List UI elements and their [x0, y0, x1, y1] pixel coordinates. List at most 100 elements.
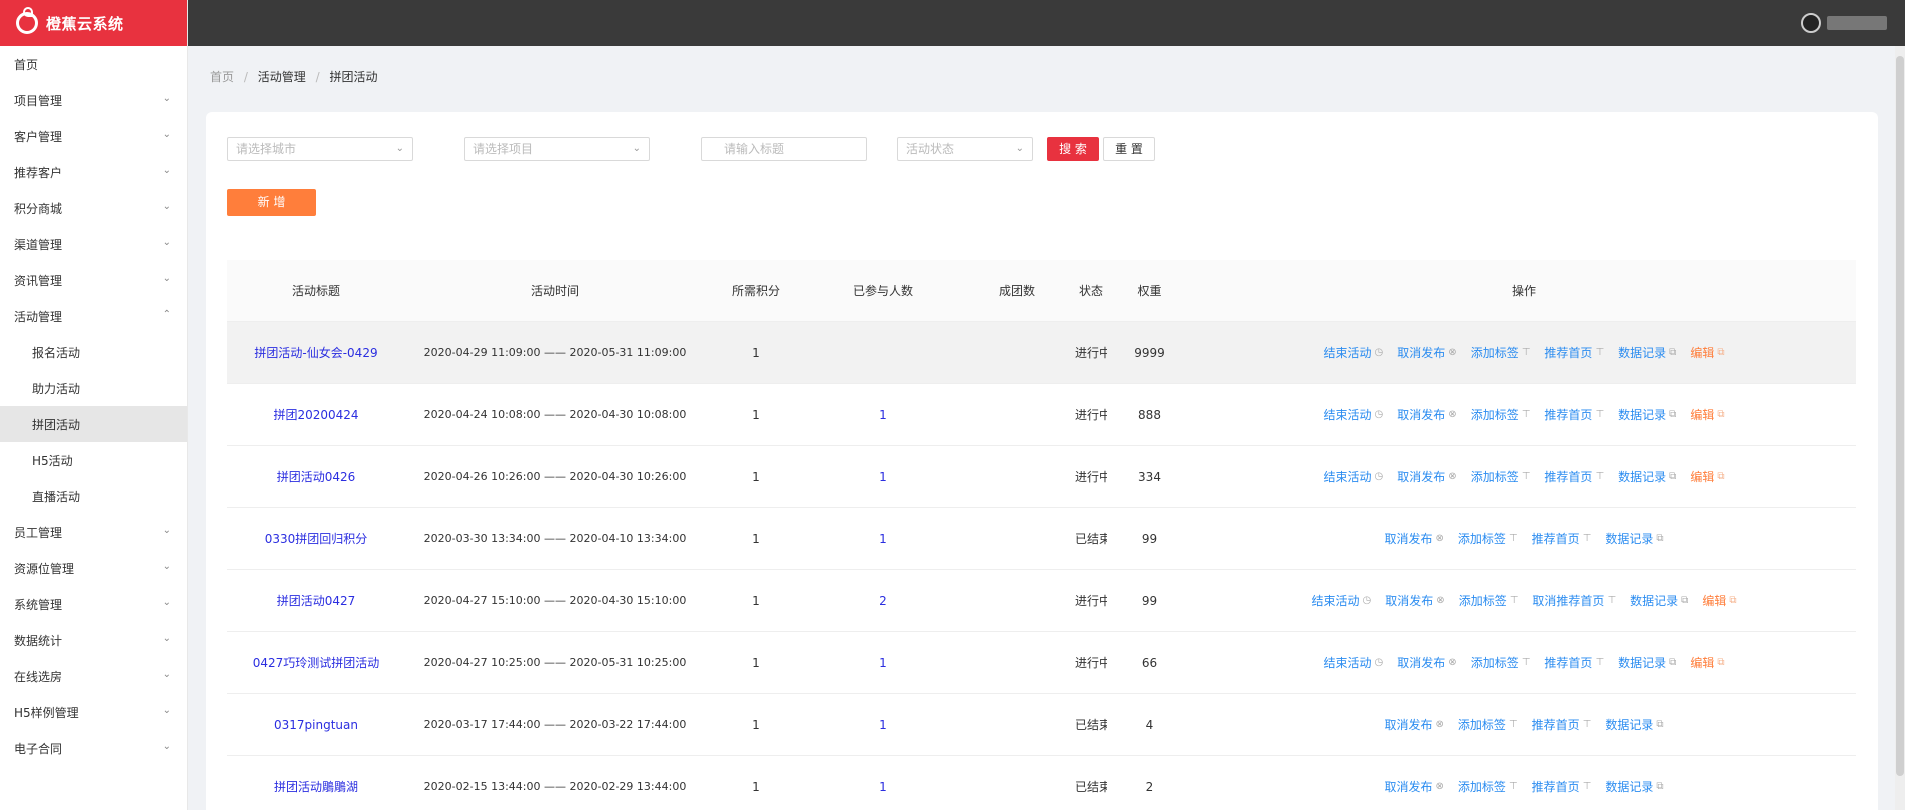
operation-label: 推荐首页 [1544, 408, 1593, 422]
operation-link[interactable]: 编辑 ⧉ [1690, 468, 1724, 485]
operation-link[interactable]: 数据记录 ⧉ [1618, 468, 1676, 485]
operation-link[interactable]: 数据记录 ⧉ [1618, 406, 1676, 423]
status-select[interactable]: 活动状态 ⌄ [897, 137, 1033, 161]
sidebar-subitem[interactable]: 助力活动 [0, 370, 187, 406]
activity-title-link[interactable]: 拼团活动0426 [227, 468, 405, 485]
operation-link[interactable]: 添加标签 ⊤ [1458, 530, 1518, 547]
operation-link[interactable]: 推荐首页 ⊤ [1532, 530, 1592, 547]
operation-link[interactable]: 数据记录 ⧉ [1605, 778, 1663, 795]
activity-title-link[interactable]: 0427巧玲测试拼团活动 [227, 654, 405, 671]
operation-link[interactable]: 取消发布 ⊗ [1384, 716, 1443, 733]
search-button[interactable]: 搜 索 [1047, 137, 1099, 161]
operation-link[interactable]: 编辑 ⧉ [1702, 592, 1736, 609]
operation-link[interactable]: 添加标签 ⊤ [1458, 778, 1518, 795]
username-redacted[interactable] [1827, 16, 1887, 30]
operation-link[interactable]: 推荐首页 ⊤ [1544, 344, 1604, 361]
sidebar-item[interactable]: 系统管理 ⌄ [0, 586, 187, 622]
scrollbar-thumb[interactable] [1896, 56, 1904, 776]
operation-label: 数据记录 [1618, 408, 1667, 422]
operation-link[interactable]: 数据记录 ⧉ [1618, 344, 1676, 361]
breadcrumb-section[interactable]: 活动管理 [258, 70, 306, 84]
city-select[interactable]: 请选择城市 ⌄ [227, 137, 413, 161]
operation-link[interactable]: 结束活动 ◷ [1324, 468, 1384, 485]
operation-link[interactable]: 数据记录 ⧉ [1605, 716, 1663, 733]
operation-link[interactable]: 取消发布 ⊗ [1385, 592, 1444, 609]
sidebar-item[interactable]: 渠道管理 ⌄ [0, 226, 187, 262]
joined-count[interactable]: 1 [807, 656, 959, 670]
operation-link[interactable]: 添加标签 ⊤ [1458, 716, 1518, 733]
joined-count[interactable]: 1 [807, 470, 959, 484]
sidebar-item[interactable]: 推荐客户 ⌄ [0, 154, 187, 190]
chevron-down-icon: ⌄ [162, 237, 171, 248]
operation-link[interactable]: 添加标签 ⊤ [1471, 344, 1531, 361]
activity-title-link[interactable]: 拼团活动0427 [227, 592, 405, 609]
sidebar-item[interactable]: 项目管理 ⌄ [0, 82, 187, 118]
operation-link[interactable]: 取消发布 ⊗ [1397, 344, 1456, 361]
sidebar-item[interactable]: 资源位管理 ⌄ [0, 550, 187, 586]
operation-link[interactable]: 推荐首页 ⊤ [1544, 654, 1604, 671]
status-text: 已结束 [1075, 718, 1107, 732]
operation-link[interactable]: 取消发布 ⊗ [1397, 406, 1456, 423]
sidebar-subitem[interactable]: 报名活动 [0, 334, 187, 370]
operation-link[interactable]: 结束活动 ◷ [1324, 654, 1384, 671]
joined-count[interactable]: 1 [807, 532, 959, 546]
sidebar-item[interactable]: 电子合同 ⌄ [0, 730, 187, 766]
sidebar-subitem[interactable]: H5活动 [0, 442, 187, 478]
sidebar-item[interactable]: 活动管理 ⌃ [0, 298, 187, 334]
sidebar-item[interactable]: H5样例管理 ⌄ [0, 694, 187, 730]
operation-link[interactable]: 添加标签 ⊤ [1471, 654, 1531, 671]
breadcrumb-home[interactable]: 首页 [210, 70, 234, 84]
brand-header[interactable]: 橙蕉云系统 [0, 0, 187, 46]
sidebar-item[interactable]: 资讯管理 ⌄ [0, 262, 187, 298]
sidebar-item[interactable]: 数据统计 ⌄ [0, 622, 187, 658]
sidebar-item[interactable]: 员工管理 ⌄ [0, 514, 187, 550]
operation-link[interactable]: 取消发布 ⊗ [1384, 530, 1443, 547]
operation-link[interactable]: 编辑 ⧉ [1690, 406, 1724, 423]
operation-link[interactable]: 编辑 ⧉ [1690, 654, 1724, 671]
joined-count[interactable]: 1 [807, 780, 959, 794]
page-scrollbar[interactable] [1895, 46, 1905, 810]
add-button[interactable]: 新 增 [227, 189, 316, 216]
operation-link[interactable]: 推荐首页 ⊤ [1544, 468, 1604, 485]
operation-link[interactable]: 推荐首页 ⊤ [1532, 778, 1592, 795]
operation-link[interactable]: 结束活动 ◷ [1324, 406, 1384, 423]
operation-link[interactable]: 数据记录 ⧉ [1605, 530, 1663, 547]
operation-link[interactable]: 添加标签 ⊤ [1471, 406, 1531, 423]
operation-link[interactable]: 数据记录 ⧉ [1630, 592, 1688, 609]
sidebar-item[interactable]: 客户管理 ⌄ [0, 118, 187, 154]
activity-title-link[interactable]: 0330拼团回归积分 [227, 530, 405, 547]
sidebar-subitem[interactable]: 直播活动 [0, 478, 187, 514]
operation-link[interactable]: 数据记录 ⧉ [1618, 654, 1676, 671]
activity-title-link[interactable]: 0317pingtuan [227, 718, 405, 732]
sidebar-subitem[interactable]: 拼团活动 [0, 406, 187, 442]
activity-title-link[interactable]: 拼团20200424 [227, 406, 405, 423]
user-menu[interactable] [1801, 13, 1887, 33]
operation-link[interactable]: 取消发布 ⊗ [1384, 778, 1443, 795]
operation-link[interactable]: 推荐首页 ⊤ [1532, 716, 1592, 733]
activity-time: 2020-03-30 13:34:00 —— 2020-04-10 13:34:… [423, 532, 687, 545]
project-select[interactable]: 请选择项目 ⌄ [464, 137, 650, 161]
operation-link[interactable]: 添加标签 ⊤ [1471, 468, 1531, 485]
title-search-input[interactable] [701, 137, 867, 161]
joined-count[interactable]: 1 [807, 718, 959, 732]
reset-button[interactable]: 重 置 [1103, 137, 1155, 161]
sidebar-item[interactable]: 首页 [0, 46, 187, 82]
tag-icon: ⊤ [1508, 781, 1518, 792]
sidebar-item[interactable]: 在线选房 ⌄ [0, 658, 187, 694]
avatar[interactable] [1801, 13, 1821, 33]
table-body: 拼团活动-仙女会-0429 2020-04-29 11:09:00 —— 2020… [227, 322, 1856, 810]
operation-link[interactable]: 结束活动 ◷ [1312, 592, 1372, 609]
operation-link[interactable]: 推荐首页 ⊤ [1544, 406, 1604, 423]
column-header: 活动时间 [530, 284, 579, 298]
operation-link[interactable]: 添加标签 ⊤ [1459, 592, 1519, 609]
joined-count[interactable]: 2 [807, 594, 959, 608]
operation-link[interactable]: 编辑 ⧉ [1690, 344, 1724, 361]
operation-link[interactable]: 结束活动 ◷ [1324, 344, 1384, 361]
operation-link[interactable]: 取消推荐首页 ⊤ [1532, 592, 1616, 609]
activity-title-link[interactable]: 拼团活动鵰鵰湖 [227, 778, 405, 795]
activity-title-link[interactable]: 拼团活动-仙女会-0429 [227, 344, 405, 361]
operation-link[interactable]: 取消发布 ⊗ [1397, 468, 1456, 485]
joined-count[interactable]: 1 [807, 408, 959, 422]
operation-link[interactable]: 取消发布 ⊗ [1397, 654, 1456, 671]
sidebar-item[interactable]: 积分商城 ⌄ [0, 190, 187, 226]
